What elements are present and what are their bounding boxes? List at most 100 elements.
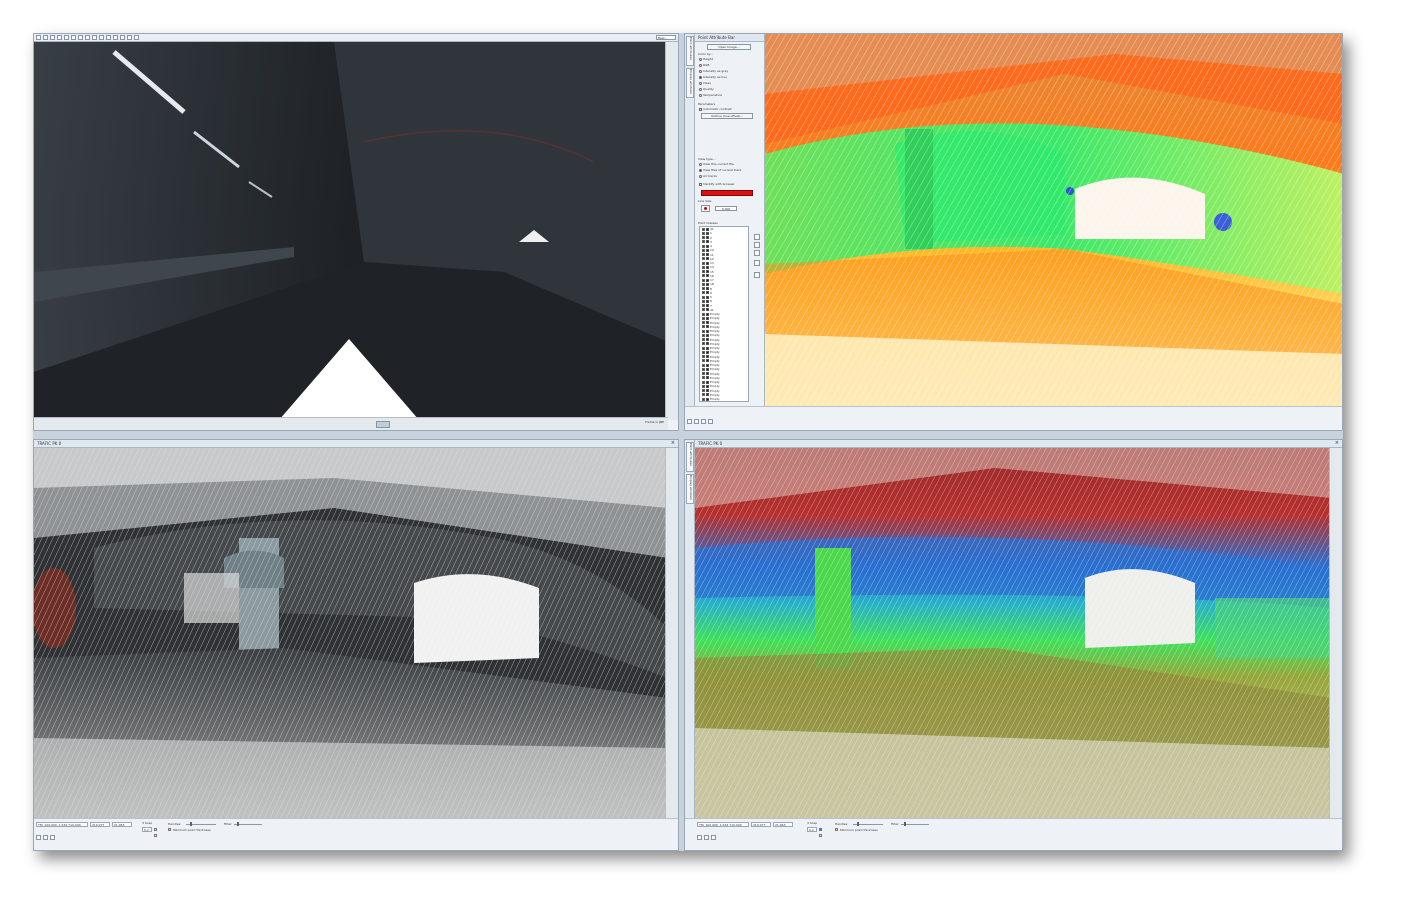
- record-icon[interactable]: [711, 835, 716, 840]
- class-color-swatch: [706, 367, 709, 371]
- record-icon[interactable]: [50, 835, 55, 840]
- option-intensity-gray[interactable]: Intensity as gray: [699, 69, 728, 73]
- panorama-viewport[interactable]: [34, 42, 668, 420]
- slider-knob[interactable]: [904, 822, 906, 826]
- checkbox-icon[interactable]: [819, 834, 822, 837]
- edit-icon[interactable]: [697, 835, 702, 840]
- option-temperature[interactable]: Temperature: [699, 93, 722, 97]
- camera-icon[interactable]: [704, 835, 709, 840]
- option-intensity-hue[interactable]: Intensity as hue: [699, 75, 727, 79]
- checkbox-icon: [702, 338, 705, 342]
- scale-field[interactable]: 21.963: [112, 822, 132, 827]
- move-down-icon[interactable]: [754, 242, 760, 248]
- elevation-field[interactable]: 210.977: [90, 822, 110, 827]
- stop-icon[interactable]: [127, 35, 132, 40]
- checkbox-icon: [702, 359, 705, 363]
- rgb-scrollbar-v[interactable]: [665, 448, 678, 818]
- radio-icon: [699, 174, 702, 178]
- intensity-cloud-viewport[interactable]: [765, 34, 1342, 406]
- checkbox-icon: [702, 291, 705, 295]
- checkbox-icon[interactable]: [154, 828, 157, 831]
- add-class-icon[interactable]: [754, 250, 760, 256]
- scroll-thumb[interactable]: [376, 421, 390, 428]
- checkbox-icon[interactable]: [835, 828, 838, 831]
- close-icon[interactable]: ×: [1335, 441, 1339, 446]
- rgb-cloud-viewport[interactable]: [34, 448, 668, 818]
- class-color-swatch: [706, 389, 709, 393]
- intensity-statusbar: 0.000: [685, 406, 1342, 430]
- height-scrollbar-v[interactable]: [1329, 448, 1342, 818]
- file-icon[interactable]: [708, 419, 713, 424]
- record-icon[interactable]: [701, 419, 706, 424]
- checkbox-icon: [699, 107, 702, 111]
- option-rgb[interactable]: RGB: [699, 63, 709, 67]
- select-icon[interactable]: [71, 35, 76, 40]
- edit-icon[interactable]: [36, 835, 41, 840]
- save-icon[interactable]: [106, 35, 111, 40]
- open-image-button[interactable]: Open Image...: [707, 44, 751, 50]
- checkbox-icon[interactable]: [168, 828, 171, 831]
- application-window: Best... Frame in JBE Point attributes Di…: [33, 33, 1343, 851]
- view-type-label: View type...: [698, 157, 716, 161]
- automatic-contrast-checkbox[interactable]: Automatic contrast: [699, 107, 732, 111]
- checkbox-icon[interactable]: [819, 828, 822, 831]
- rotate-icon[interactable]: [64, 35, 69, 40]
- line-size-input[interactable]: 0.000: [715, 206, 737, 211]
- slider-knob[interactable]: [190, 822, 192, 826]
- slider-knob[interactable]: [237, 822, 239, 826]
- class-color-swatch: [706, 350, 709, 354]
- checkbox-icon[interactable]: [154, 834, 157, 837]
- option-quality[interactable]: Quality: [699, 87, 714, 91]
- back-icon[interactable]: [85, 35, 90, 40]
- class-color-swatch: [706, 338, 709, 342]
- camera-icon[interactable]: [694, 419, 699, 424]
- move-up-icon[interactable]: [754, 234, 760, 240]
- elevation-field[interactable]: 210.977: [751, 822, 771, 827]
- save-classes-icon[interactable]: [754, 272, 760, 278]
- forward-icon[interactable]: [92, 35, 97, 40]
- identify-browser-checkbox[interactable]: Identify with browser: [699, 182, 735, 186]
- slider-knob[interactable]: [857, 822, 859, 826]
- tab-display-windows[interactable]: Display windows: [686, 474, 694, 504]
- close-icon[interactable]: ×: [671, 441, 675, 446]
- option-all-tracks[interactable]: All tracks: [699, 174, 717, 178]
- filter-label: Filter:: [224, 822, 233, 826]
- point-class-item[interactable]: Empty: [700, 401, 748, 402]
- class-color-swatch: [706, 282, 709, 286]
- open-icon[interactable]: [36, 35, 41, 40]
- point-classes-list[interactable]: 31 1 2 3 4 10 11 12 13 14 15 16 17 18 8 9 5 6 7 41 Empty Empt…: [699, 226, 749, 402]
- coordinates-field[interactable]: TM: 100.000, 1 634 710.000: [697, 822, 749, 827]
- scale-field[interactable]: 21.963: [773, 822, 793, 827]
- zoom-out-icon[interactable]: [50, 35, 55, 40]
- tab-point-attributes[interactable]: Point attributes: [686, 442, 694, 472]
- option-view-current-file[interactable]: View this current file: [699, 162, 734, 166]
- play-icon[interactable]: [120, 35, 125, 40]
- pan-icon[interactable]: [57, 35, 62, 40]
- tab-display-windows[interactable]: Display windows: [686, 68, 694, 98]
- option-height[interactable]: Height: [699, 57, 713, 61]
- fit-view-icon[interactable]: [99, 35, 104, 40]
- class-color-swatch: [706, 325, 709, 329]
- rgb-cloud-pane: TRAFIC PK 0 × TM: 100.000, 1 634 710.000…: [33, 439, 679, 851]
- remove-class-icon[interactable]: [754, 260, 760, 266]
- measure-icon[interactable]: [78, 35, 83, 40]
- panorama-scrollbar-h[interactable]: Frame in JBE: [34, 417, 668, 430]
- option-view-current-track[interactable]: View files of current track: [699, 168, 741, 172]
- coordinates-field[interactable]: TM: 100.000, 1 634 710.000: [36, 822, 88, 827]
- zoom-in-icon[interactable]: [43, 35, 48, 40]
- line-color-button[interactable]: [701, 205, 710, 212]
- zoom-dropdown[interactable]: Best...: [656, 35, 676, 40]
- class-color-swatch: [706, 287, 709, 291]
- height-cloud-viewport[interactable]: [695, 448, 1332, 818]
- color-swatch-bar[interactable]: [701, 190, 753, 196]
- help-icon[interactable]: [134, 35, 139, 40]
- camera-icon[interactable]: [43, 835, 48, 840]
- option-class[interactable]: Class: [699, 81, 711, 85]
- step-field[interactable]: 0.2: [807, 827, 817, 832]
- outline-button[interactable]: Outline (hue offset)...: [701, 113, 753, 119]
- panorama-scrollbar-v[interactable]: [665, 42, 678, 420]
- step-field[interactable]: 0.2: [142, 827, 152, 832]
- settings-icon[interactable]: [113, 35, 118, 40]
- tab-point-attributes[interactable]: Point attributes: [686, 36, 694, 66]
- edit-icon[interactable]: [687, 419, 692, 424]
